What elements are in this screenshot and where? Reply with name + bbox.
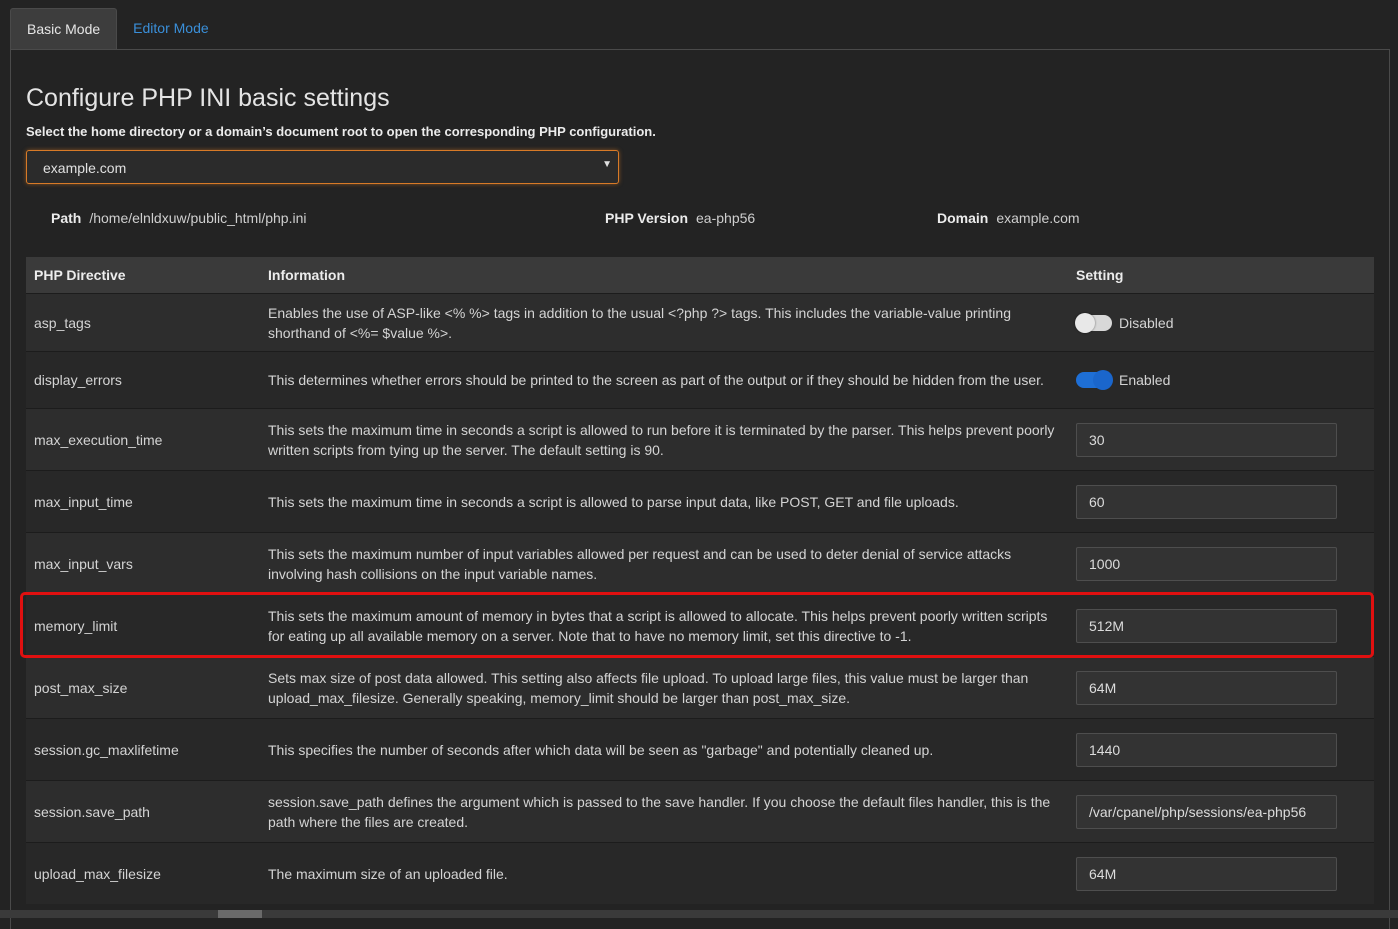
directive-setting: 512M <box>1068 608 1374 643</box>
directive-info: Enables the use of ASP-like <% %> tags i… <box>268 304 1011 341</box>
table-row: max_execution_time This sets the maximum … <box>26 408 1374 470</box>
domain-select[interactable]: example.com ▼ <box>26 150 619 184</box>
directive-name: max_input_vars <box>34 555 133 572</box>
directive-name: memory_limit <box>34 617 118 634</box>
directive-name: display_errors <box>34 372 122 388</box>
directive-name: session.save_path <box>34 803 150 820</box>
table-row: max_input_time This sets the maximum time… <box>26 470 1374 532</box>
table-body: asp_tags Enables the use of ASP-like <% %… <box>26 293 1374 904</box>
table-row: session.save_path session.save_path defin… <box>26 780 1374 842</box>
setting-input[interactable]: 1000 <box>1076 546 1337 581</box>
toggle-switch[interactable] <box>1076 370 1113 390</box>
directive-setting: 64M <box>1068 670 1374 705</box>
directive-setting: 1000 <box>1068 546 1374 581</box>
table-row: max_input_vars This sets the maximum numb… <box>26 532 1374 594</box>
table-row: post_max_size Sets max size of post data … <box>26 656 1374 718</box>
setting-input[interactable]: /var/cpanel/php/sessions/ea-php56 <box>1076 794 1337 829</box>
setting-input[interactable]: 30 <box>1076 422 1337 457</box>
toggle-knob <box>1075 312 1095 333</box>
toggle-knob <box>1093 370 1113 390</box>
php-version-info: PHP Version ea-php56 <box>605 210 755 226</box>
table-row: upload_max_filesize The maximum size of a… <box>26 842 1374 904</box>
directive-info: Sets max size of post data allowed. This… <box>268 669 1029 706</box>
directive-setting: Disabled <box>1068 312 1374 333</box>
toggle-state-label: Disabled <box>1119 314 1174 331</box>
toggle-switch[interactable] <box>1075 312 1112 333</box>
setting-input[interactable]: 512M <box>1076 608 1337 643</box>
table-row: display_errors This determines whether er… <box>26 351 1374 408</box>
horizontal-scrollbar[interactable] <box>0 910 1398 918</box>
php-version-value: ea-php56 <box>696 210 756 226</box>
directive-info: This sets the maximum time in seconds a … <box>268 421 1055 458</box>
page-title: Configure PHP INI basic settings <box>26 84 390 112</box>
directive-info: This specifies the number of seconds aft… <box>268 741 934 758</box>
path-label: Path <box>51 210 82 226</box>
directive-name: upload_max_filesize <box>34 865 161 882</box>
directive-name: asp_tags <box>34 314 91 331</box>
table-row: memory_limit This sets the maximum amount… <box>26 594 1374 656</box>
scrollbar-thumb[interactable] <box>218 910 262 918</box>
directive-info: This sets the maximum time in seconds a … <box>268 493 959 510</box>
path-value: /home/elnldxuw/public_html/php.ini <box>89 210 307 226</box>
directive-setting: 30 <box>1068 422 1374 457</box>
directive-name: max_execution_time <box>34 431 163 448</box>
setting-input[interactable]: 64M <box>1076 856 1337 891</box>
header-setting: Setting <box>1076 267 1124 283</box>
directive-setting: Enabled <box>1068 370 1374 390</box>
directive-name: max_input_time <box>34 493 133 510</box>
tab-basic-mode[interactable]: Basic Mode <box>10 8 118 49</box>
directive-setting: 1440 <box>1068 732 1374 767</box>
directive-info: This determines whether errors should be… <box>268 372 1044 388</box>
path-info: Path/home/elnldxuw/public_html/php.ini <box>51 210 306 226</box>
table-header: PHP Directive Information Setting <box>26 257 1374 293</box>
directive-name: session.gc_maxlifetime <box>34 741 179 758</box>
directive-info: The maximum size of an uploaded file. <box>268 865 508 882</box>
page-subtitle: Select the home directory or a domain’s … <box>26 124 656 139</box>
directive-name: post_max_size <box>34 679 128 696</box>
directive-setting: 64M <box>1068 856 1374 891</box>
setting-input[interactable]: 1440 <box>1076 732 1337 767</box>
php-directives-table: PHP Directive Information Setting asp_ta… <box>26 257 1374 904</box>
tab-editor-mode[interactable]: Editor Mode <box>117 8 224 49</box>
toggle-state-label: Enabled <box>1119 372 1171 388</box>
directive-info: This sets the maximum number of input va… <box>268 545 1012 582</box>
directive-setting: /var/cpanel/php/sessions/ea-php56 <box>1068 794 1374 829</box>
directive-info: session.save_path defines the argument w… <box>268 793 1051 830</box>
setting-input[interactable]: 64M <box>1076 670 1337 705</box>
setting-input[interactable]: 60 <box>1076 484 1337 519</box>
header-information: Information <box>268 267 345 283</box>
header-directive: PHP Directive <box>34 267 126 283</box>
domain-select-value: example.com <box>43 160 127 176</box>
directive-info: This sets the maximum amount of memory i… <box>268 607 1048 644</box>
chevron-down-icon: ▼ <box>602 159 612 170</box>
domain-value: example.com <box>996 210 1080 226</box>
mode-tabs: Basic Mode Editor Mode <box>10 8 225 49</box>
directive-setting: 60 <box>1068 484 1374 519</box>
php-version-label: PHP Version <box>605 210 689 226</box>
table-row: asp_tags Enables the use of ASP-like <% %… <box>26 293 1374 351</box>
domain-label: Domain <box>937 210 989 226</box>
domain-info: Domain example.com <box>937 210 1080 226</box>
table-row: session.gc_maxlifetime This specifies the… <box>26 718 1374 780</box>
